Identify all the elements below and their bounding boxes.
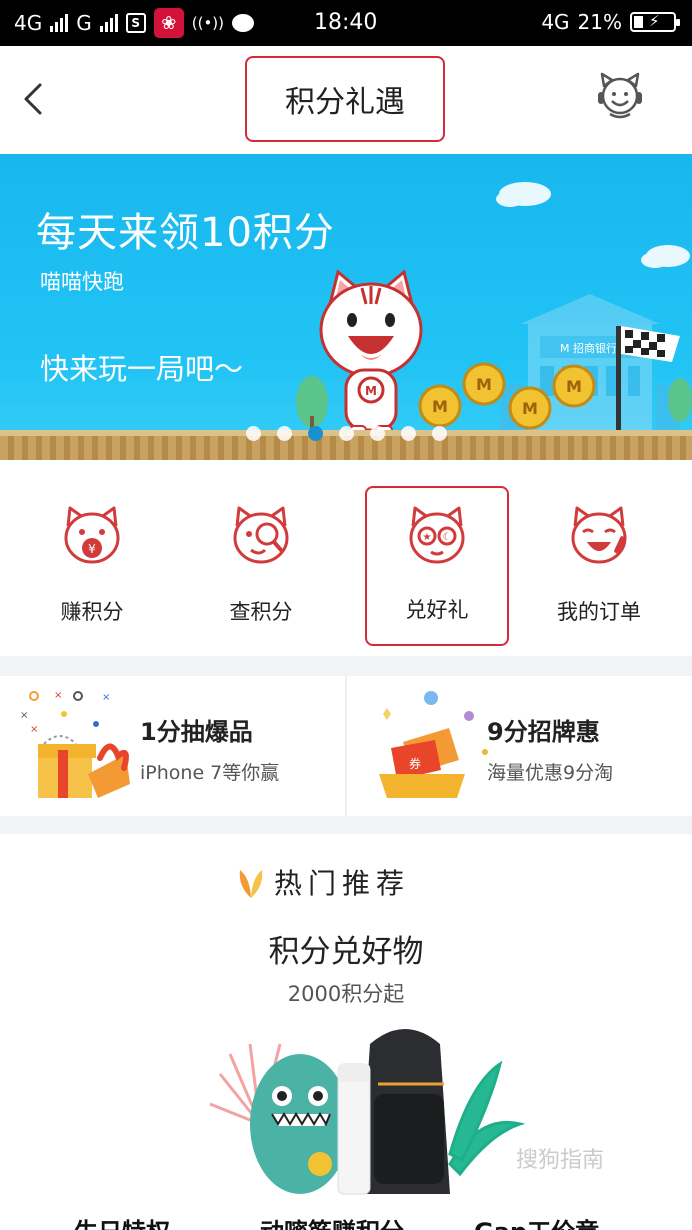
hotspot-icon: ((•))	[191, 14, 224, 32]
banner-headline: 每天来领10积分	[36, 210, 335, 256]
svg-text:M 招商银行: M 招商银行	[560, 341, 617, 355]
carousel-dot[interactable]	[339, 426, 354, 441]
carousel-dot[interactable]	[277, 426, 292, 441]
sim-icon: S	[125, 13, 146, 33]
product-image[interactable]	[200, 1004, 540, 1204]
svg-text:M: M	[522, 399, 538, 418]
promo-title: 9分招牌惠	[487, 718, 600, 746]
category-label: 兑好礼	[405, 598, 469, 622]
bottom-item[interactable]: 动嘧筋赚积分	[260, 1212, 404, 1230]
cat-coin-icon: ¥	[64, 506, 120, 564]
category-my-orders[interactable]: 我的订单	[515, 488, 683, 638]
promo-nine-points[interactable]: 券 9分招牌惠 海量优惠9分淘	[347, 676, 692, 816]
category-earn-points[interactable]: ¥ 赚积分	[8, 488, 176, 638]
svg-text:券: 券	[409, 756, 421, 771]
battery-percent: 21%	[577, 10, 622, 34]
recommend-heading: 热门推荐	[236, 862, 410, 902]
carousel-indicator[interactable]	[246, 426, 447, 441]
bottom-item[interactable]: 生日特权	[74, 1212, 170, 1230]
svg-text:×: ×	[20, 710, 28, 721]
signal-icon-2	[99, 14, 118, 32]
cat-magnifier-icon	[233, 506, 289, 564]
message-icon	[232, 14, 254, 32]
svg-text:M: M	[432, 397, 448, 416]
svg-text:★: ★	[423, 532, 432, 543]
category-label: 我的订单	[557, 600, 641, 624]
svg-text:M: M	[365, 384, 377, 398]
page-title: 积分礼遇	[245, 56, 445, 142]
carousel-dot[interactable]	[370, 426, 385, 441]
promo-lottery[interactable]: × × × × 1分抽爆品 iPhone 7等你赢	[0, 676, 345, 816]
svg-text:M: M	[566, 377, 582, 396]
svg-text:¥: ¥	[88, 542, 96, 556]
svg-text:☾: ☾	[443, 532, 452, 543]
carousel-dot[interactable]	[246, 426, 261, 441]
app-notification-icon: ❀	[153, 8, 184, 38]
bottom-item[interactable]: Gap工价章	[474, 1212, 599, 1230]
svg-text:×: ×	[30, 724, 38, 735]
back-arrow-icon[interactable]	[20, 82, 46, 116]
category-label: 查积分	[229, 600, 293, 624]
cat-order-icon	[571, 506, 627, 564]
promo-row: × × × × 1分抽爆品 iPhone 7等你赢 券 9分招牌惠 海量优惠9分…	[0, 676, 692, 816]
category-label: 赚积分	[60, 600, 124, 624]
gift-box-icon: × × × ×	[20, 690, 130, 798]
clock: 18:40	[314, 10, 378, 35]
category-grid: ¥ 赚积分 查积分 ★ ☾ 兑好礼 我的订单	[0, 460, 692, 656]
nav-bar: 积分礼遇	[0, 46, 692, 154]
promo-subtitle: iPhone 7等你赢	[140, 762, 280, 784]
recommend-heading-text: 热门推荐	[274, 867, 411, 900]
watermark: 搜狗指南	[516, 1148, 605, 1173]
promo-subtitle: 海量优惠9分淘	[487, 762, 614, 784]
battery-icon: ⚡	[630, 12, 680, 32]
leaf-icon	[239, 870, 263, 898]
banner-subtitle: 喵喵快跑	[40, 270, 124, 294]
signal-icon	[50, 14, 69, 32]
svg-text:M: M	[476, 375, 492, 394]
svg-text:×: ×	[54, 690, 62, 701]
promo-title: 1分抽爆品	[140, 718, 253, 746]
cat-gift-eyes-icon: ★ ☾	[409, 506, 465, 564]
category-redeem-gifts[interactable]: ★ ☾ 兑好礼	[365, 486, 509, 646]
banner-cta: 快来玩一局吧～	[40, 352, 244, 386]
network-type-2: G	[76, 11, 92, 35]
carousel-dot[interactable]	[432, 426, 447, 441]
svg-text:×: ×	[102, 692, 110, 703]
promo-banner[interactable]: M 招商银行 M M M M M 每天来领10积分 喵喵快跑 快来玩一局吧～	[0, 154, 692, 460]
customer-service-icon[interactable]	[594, 70, 646, 122]
recommend-section: 热门推荐 积分兑好物 2000积分起 搜狗指南 生日特权 动嘧筋赚积分 Gap工…	[0, 834, 692, 1230]
network-type-3: 4G	[541, 10, 570, 34]
carousel-dot[interactable]	[401, 426, 416, 441]
status-bar: 4G G S ❀ ((•)) 18:40 4G 21% ⚡	[0, 0, 692, 46]
coupon-box-icon: 券	[379, 691, 488, 798]
carousel-dot-active[interactable]	[308, 426, 323, 441]
network-type-1: 4G	[14, 11, 43, 35]
product-title[interactable]: 积分兑好物	[0, 926, 692, 971]
category-check-points[interactable]: 查积分	[177, 488, 345, 638]
